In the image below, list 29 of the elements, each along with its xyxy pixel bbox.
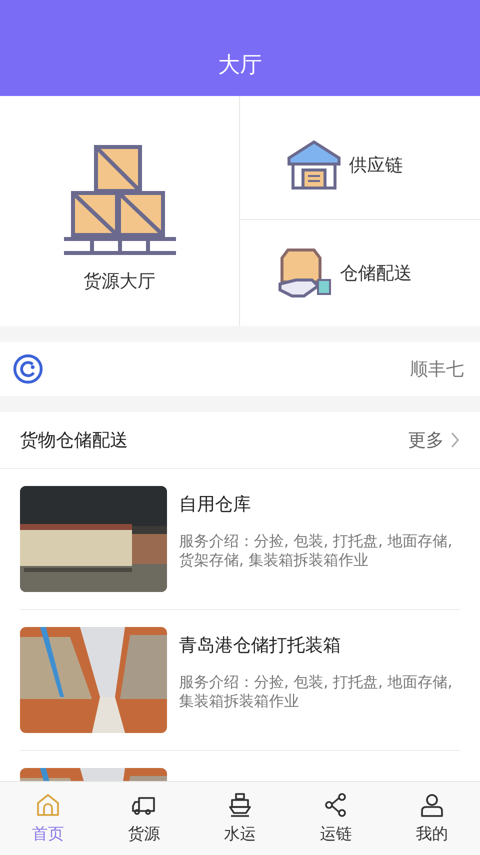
page-title: 大厅 (218, 52, 262, 80)
box-in-hand-icon (278, 246, 332, 300)
house-icon (35, 792, 61, 818)
tab-item[interactable]: 水运 (192, 782, 288, 855)
service-tile[interactable]: 供应链 (240, 112, 480, 220)
notice-icon (12, 353, 44, 385)
tab-item[interactable]: 货源 (96, 782, 192, 855)
item-title: 自用仓库 (179, 493, 252, 516)
chevron-right-icon (450, 431, 460, 449)
warehouse-icon (287, 138, 341, 192)
item-description: 服务介绍：分捡, 包装, 打托盘, 地面存储, 货架存储, 集装箱拆装箱作业 (179, 532, 454, 570)
warehouse-list-item[interactable]: 自用仓库 服务介绍：分捡, 包装, 打托盘, 地面存储, 货架存储, 集装箱拆装箱作业 (20, 469, 460, 610)
tile-label: 仓储配送 (340, 262, 412, 285)
item-title: 青岛港仓储打托装箱 (179, 634, 342, 657)
tab-item[interactable]: 运链 (288, 782, 384, 855)
cargo-hall-tile[interactable]: 货源大厅 (0, 96, 240, 326)
tile-label: 供应链 (349, 154, 403, 178)
tile-label: 货源大厅 (84, 270, 156, 293)
tab-item[interactable]: 我的 (384, 782, 480, 855)
stacked-boxes-icon (64, 145, 176, 257)
warehouse-list-item[interactable]: 青岛港仓储打托装箱 服务介绍：分捡, 包装, 打托盘, 地面存储, 集装箱拆装箱作业 (20, 610, 460, 751)
item-description: 服务介绍：分捡, 包装, 打托盘, 地面存储, 集装箱拆装箱作业 (179, 673, 454, 711)
share-icon (323, 792, 349, 818)
more-link[interactable]: 更多 (408, 428, 460, 452)
ship-icon (227, 792, 253, 818)
user-icon (419, 792, 445, 818)
service-tile[interactable]: 仓储配送 (240, 220, 480, 326)
section-title: 货物仓储配送 (20, 429, 128, 452)
notice-text: 顺丰七 (410, 358, 464, 381)
